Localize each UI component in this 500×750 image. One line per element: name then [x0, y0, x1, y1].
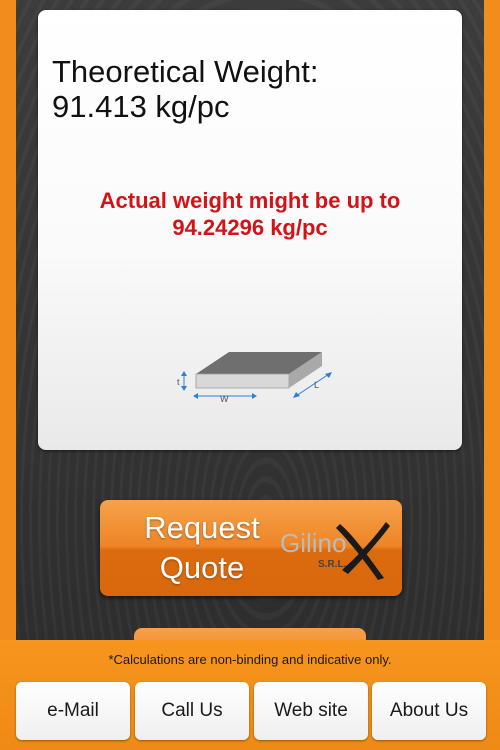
request-quote-label: Request Quote	[122, 508, 282, 588]
request-quote-line-1: Request	[144, 510, 260, 545]
web-site-button[interactable]: Web site	[254, 682, 368, 740]
disclaimer-text: *Calculations are non-binding and indica…	[108, 652, 392, 667]
about-us-button[interactable]: About Us	[372, 682, 486, 740]
result-card: Theoretical Weight: 91.413 kg/pc Actual …	[38, 10, 462, 450]
theoretical-weight-value: 91.413 kg/pc	[52, 89, 230, 124]
actual-weight-line-2: 94.24296 kg/pc	[172, 215, 328, 240]
theoretical-weight-label: Theoretical Weight:	[52, 54, 319, 89]
logo-x-mark-icon	[336, 522, 390, 580]
gilino-logo: Gilino S.R.L.	[276, 514, 396, 586]
footer-bar: *Calculations are non-binding and indica…	[0, 640, 500, 750]
email-button[interactable]: e-Mail	[16, 682, 130, 740]
theoretical-weight: Theoretical Weight: 91.413 kg/pc	[52, 54, 319, 124]
dim-t-label: t	[177, 377, 180, 387]
request-quote-button[interactable]: Request Quote Gilino S.R.L.	[100, 500, 402, 596]
dim-w-label: W	[220, 394, 229, 404]
actual-weight-note: Actual weight might be up to 94.24296 kg…	[38, 187, 462, 241]
actual-weight-line-1: Actual weight might be up to	[99, 188, 401, 213]
dim-l-label: L	[314, 380, 319, 390]
flat-bar-diagram-icon: t W L	[177, 352, 332, 404]
call-us-button[interactable]: Call Us	[135, 682, 249, 740]
request-quote-line-2: Quote	[159, 550, 245, 585]
